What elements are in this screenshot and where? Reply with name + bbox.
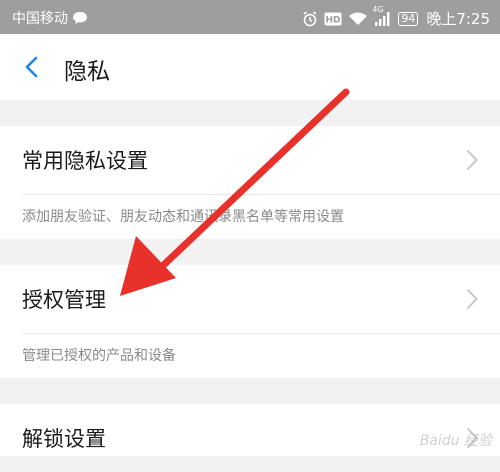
- wifi-icon: [348, 11, 368, 26]
- divider: [22, 194, 500, 195]
- hd-icon: HD: [324, 12, 342, 26]
- svg-text:HD: HD: [326, 15, 341, 25]
- unlock-settings-label: 解锁设置: [22, 427, 106, 451]
- status-left: 中国移动: [12, 8, 88, 28]
- section-common-privacy: 常用隐私设置 添加朋友验证、朋友动态和通讯录黑名单等常用设置: [0, 126, 500, 239]
- back-icon[interactable]: [20, 54, 46, 80]
- common-privacy-settings-label: 常用隐私设置: [22, 149, 148, 173]
- carrier-name: 中国移动: [12, 11, 68, 27]
- authorization-management-description: 管理已授权的产品和设备: [22, 348, 176, 364]
- common-privacy-settings-item[interactable]: 常用隐私设置: [0, 126, 500, 194]
- common-privacy-settings-description: 添加朋友验证、朋友动态和通讯录黑名单等常用设置: [22, 209, 344, 225]
- signal-icon: 4G: [372, 5, 390, 26]
- chevron-right-icon: [466, 149, 478, 171]
- network-type: 4G: [372, 4, 384, 14]
- status-bar: 中国移动 HD 4G 94 晚上7:25: [0, 0, 500, 34]
- status-time: 晚上7:25: [426, 10, 490, 28]
- watermark: Baidu 经验: [419, 433, 492, 449]
- authorization-management-item[interactable]: 授权管理: [0, 265, 500, 333]
- message-icon: [72, 11, 88, 25]
- chevron-right-icon: [466, 288, 478, 310]
- divider: [22, 333, 500, 334]
- page-title: 隐私: [64, 59, 110, 85]
- page-header: 隐私: [0, 34, 500, 100]
- alarm-icon: [302, 10, 318, 27]
- status-right: HD 4G 94 晚上7:25: [302, 5, 490, 29]
- battery-indicator: 94: [398, 11, 419, 26]
- section-authorization: 授权管理 管理已授权的产品和设备: [0, 265, 500, 378]
- authorization-management-label: 授权管理: [22, 288, 106, 312]
